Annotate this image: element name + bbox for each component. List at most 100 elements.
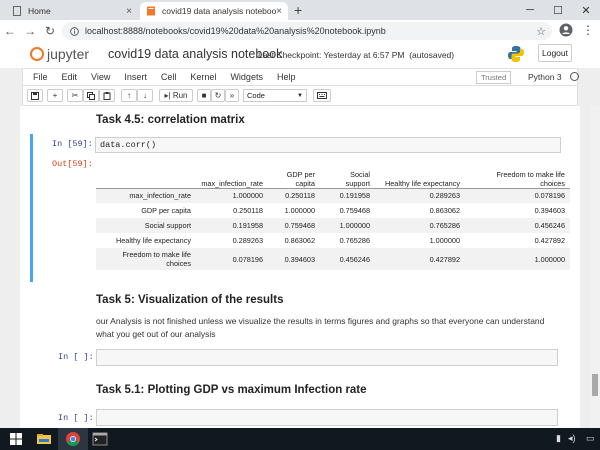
empty-code-cell[interactable] — [96, 409, 558, 426]
save-button[interactable] — [27, 89, 43, 102]
table-cell: 0.456246 — [339, 254, 370, 264]
cell-type-select[interactable]: Code ▼ — [243, 89, 307, 102]
close-tab-icon[interactable]: × — [276, 6, 282, 17]
code-editor[interactable]: data.corr() — [95, 137, 561, 153]
minimize-icon[interactable]: ─ — [516, 0, 544, 20]
table-cell: 1.000000 — [232, 191, 263, 201]
info-icon — [70, 26, 79, 36]
arrow-up-icon: ↑ — [127, 91, 131, 100]
heading-correlation-matrix: Task 4.5: correlation matrix — [96, 114, 245, 126]
table-cell: 0.078196 — [232, 254, 263, 264]
jupyter-logo[interactable]: jupyter — [30, 46, 89, 62]
move-down-button[interactable]: ↓ — [137, 89, 153, 102]
column-header: Social support — [320, 164, 375, 189]
scrollbar-thumb[interactable] — [592, 374, 598, 396]
empty-code-cell[interactable] — [96, 349, 558, 366]
table-cell: 0.250118 — [233, 206, 263, 215]
tab-home[interactable]: Home × — [6, 2, 138, 20]
notebook-toolbar: + ✂ ↑ ↓ ▸| Run ■ ↻ » Code ▼ — [22, 86, 578, 106]
table-cell: 0.394603 — [534, 206, 565, 215]
account-icon[interactable] — [559, 23, 573, 37]
back-icon[interactable]: ← — [0, 24, 20, 38]
run-button[interactable]: ▸| Run — [159, 89, 193, 102]
menu-view[interactable]: View — [84, 72, 117, 82]
notifications-icon[interactable]: ▭ — [586, 433, 595, 444]
windows-start-icon[interactable] — [8, 431, 24, 447]
tab-notebook[interactable]: covid19 data analysis notebook × — [140, 2, 288, 20]
correlation-table: max_infection_rate GDP per capita Social… — [96, 164, 570, 270]
table-row: Healthy life expectancy 0.289263 0.86306… — [96, 233, 570, 248]
markdown-paragraph: our Analysis is not finished unless we v… — [96, 316, 545, 339]
input-prompt: In [ ]: — [58, 352, 94, 362]
new-tab-icon[interactable]: + — [294, 2, 302, 18]
menu-file[interactable]: File — [23, 72, 55, 82]
menu-kernel[interactable]: Kernel — [183, 72, 223, 82]
jupyter-logo-text: jupyter — [47, 46, 90, 62]
restart-icon: ↻ — [214, 91, 222, 100]
bookmark-star-icon[interactable]: ☆ — [536, 25, 546, 38]
table-cell: 0.765286 — [429, 221, 460, 230]
move-up-button[interactable]: ↑ — [121, 89, 137, 102]
restart-run-all-button[interactable]: » — [225, 89, 239, 102]
notebook-container: Task 4.5: correlation matrix In [59]: da… — [20, 106, 580, 428]
terminal-icon[interactable] — [92, 431, 108, 447]
row-label: Social support — [144, 221, 191, 230]
browser-tab-strip: Home × covid19 data analysis notebook × … — [0, 0, 600, 20]
jupyter-header: jupyter covid19 data analysis notebook L… — [0, 42, 600, 68]
column-header: max_infection_rate — [196, 164, 268, 189]
chevron-down-icon: ▼ — [297, 92, 303, 99]
save-icon — [31, 91, 39, 100]
chrome-taskbar-item[interactable] — [58, 428, 88, 450]
reload-icon[interactable]: ↻ — [40, 24, 60, 38]
notebook-name[interactable]: covid19 data analysis notebook — [108, 47, 282, 61]
page-icon — [13, 6, 21, 16]
column-header: Healthy life expectancy — [375, 164, 465, 189]
command-palette-button[interactable] — [313, 89, 331, 102]
forward-icon[interactable]: → — [20, 24, 40, 38]
table-cell: 0.191958 — [339, 191, 370, 201]
table-cell: 0.427892 — [429, 254, 460, 264]
chrome-icon — [66, 432, 80, 446]
insert-cell-button[interactable]: + — [47, 89, 63, 102]
menu-edit[interactable]: Edit — [55, 72, 85, 82]
checkpoint-status: Last Checkpoint: Yesterday at 6:57 PM (a… — [258, 50, 455, 60]
menu-cell[interactable]: Cell — [154, 72, 184, 82]
table-cell: 1.000000 — [534, 254, 565, 264]
fast-forward-icon: » — [229, 91, 235, 100]
cut-button[interactable]: ✂ — [67, 89, 83, 102]
kernel-idle-icon — [570, 72, 579, 81]
address-bar[interactable]: localhost:8888/notebooks/covid19%20data%… — [62, 22, 552, 40]
column-header: GDP per capita — [268, 164, 320, 189]
close-window-icon[interactable]: ✕ — [572, 0, 600, 20]
plus-icon: + — [52, 91, 58, 100]
menu-insert[interactable]: Insert — [117, 72, 154, 82]
arrow-down-icon: ↓ — [143, 91, 147, 100]
table-cell: 0.191958 — [232, 221, 263, 230]
file-explorer-icon[interactable] — [36, 431, 52, 447]
paste-button[interactable] — [99, 89, 115, 102]
menubar: File Edit View Insert Cell Kernel Widget… — [22, 68, 579, 86]
table-cell: 0.759468 — [284, 221, 315, 230]
input-prompt: In [59]: — [52, 139, 93, 149]
table-cell: 0.863062 — [284, 236, 315, 245]
page-scrollbar[interactable] — [590, 106, 600, 428]
copy-button[interactable] — [83, 89, 99, 102]
network-icon[interactable]: ▮ — [556, 433, 561, 444]
trusted-badge[interactable]: Trusted — [476, 71, 512, 84]
step-forward-icon: ▸| — [164, 91, 171, 100]
logout-button[interactable]: Logout — [538, 44, 572, 62]
tab-label: covid19 data analysis notebook — [162, 6, 277, 16]
jupyter-favicon-icon — [147, 6, 155, 16]
maximize-icon[interactable]: ☐ — [544, 0, 572, 20]
heading-visualization: Task 5: Visualization of the results — [96, 294, 284, 306]
more-menu-icon[interactable]: ⋮ — [582, 23, 594, 37]
table-cell: 1.000000 — [284, 206, 315, 215]
interrupt-button[interactable]: ■ — [197, 89, 211, 102]
restart-button[interactable]: ↻ — [211, 89, 225, 102]
menu-widgets[interactable]: Widgets — [223, 72, 270, 82]
window-controls: ─ ☐ ✕ — [516, 0, 600, 20]
scissors-icon: ✂ — [71, 91, 79, 100]
menu-help[interactable]: Help — [270, 72, 303, 82]
close-tab-icon[interactable]: × — [126, 6, 132, 17]
volume-icon[interactable]: ◂) — [568, 433, 576, 444]
